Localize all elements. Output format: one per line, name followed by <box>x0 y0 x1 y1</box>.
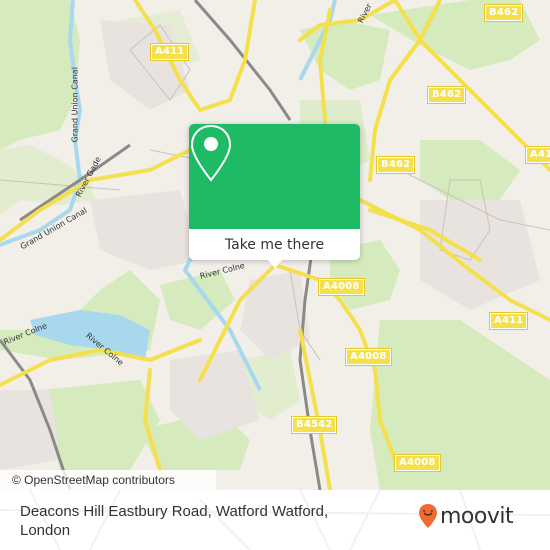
road-label-a41: A41 <box>524 146 550 164</box>
road-label-b4542: B4542 <box>290 416 338 434</box>
location-popup: Take me there <box>189 124 360 268</box>
take-me-there-button[interactable]: Take me there <box>189 229 360 260</box>
moovit-pin-icon <box>419 504 437 528</box>
map-pin-icon <box>190 124 232 182</box>
footer: Deacons Hill Eastbury Road, Watford Watf… <box>0 490 550 550</box>
osm-attribution[interactable]: © OpenStreetMap contributors <box>0 470 216 490</box>
road-label-b462: B462 <box>426 86 467 104</box>
road-label-a411: A411 <box>488 312 529 330</box>
popup-header <box>189 124 360 229</box>
address-text: Deacons Hill Eastbury Road, Watford Watf… <box>20 503 329 539</box>
road-label-a411: A411 <box>149 43 190 61</box>
moovit-wordmark: moovit <box>440 503 514 529</box>
road-label-a4008: A4008 <box>345 348 392 366</box>
road-label-a4008: A4008 <box>318 278 365 296</box>
moovit-logo[interactable]: moovit <box>418 503 514 529</box>
road-label-a4008: A4008 <box>394 454 441 472</box>
road-label-b462: B462 <box>375 156 416 174</box>
map-view[interactable]: A411 B462 B462 B462 A41 A4008 A411 A4008… <box>0 0 550 490</box>
popup-pointer <box>268 260 282 268</box>
water-label: Grand Union Canal <box>70 67 80 143</box>
road-label-b462: B462 <box>483 4 524 22</box>
